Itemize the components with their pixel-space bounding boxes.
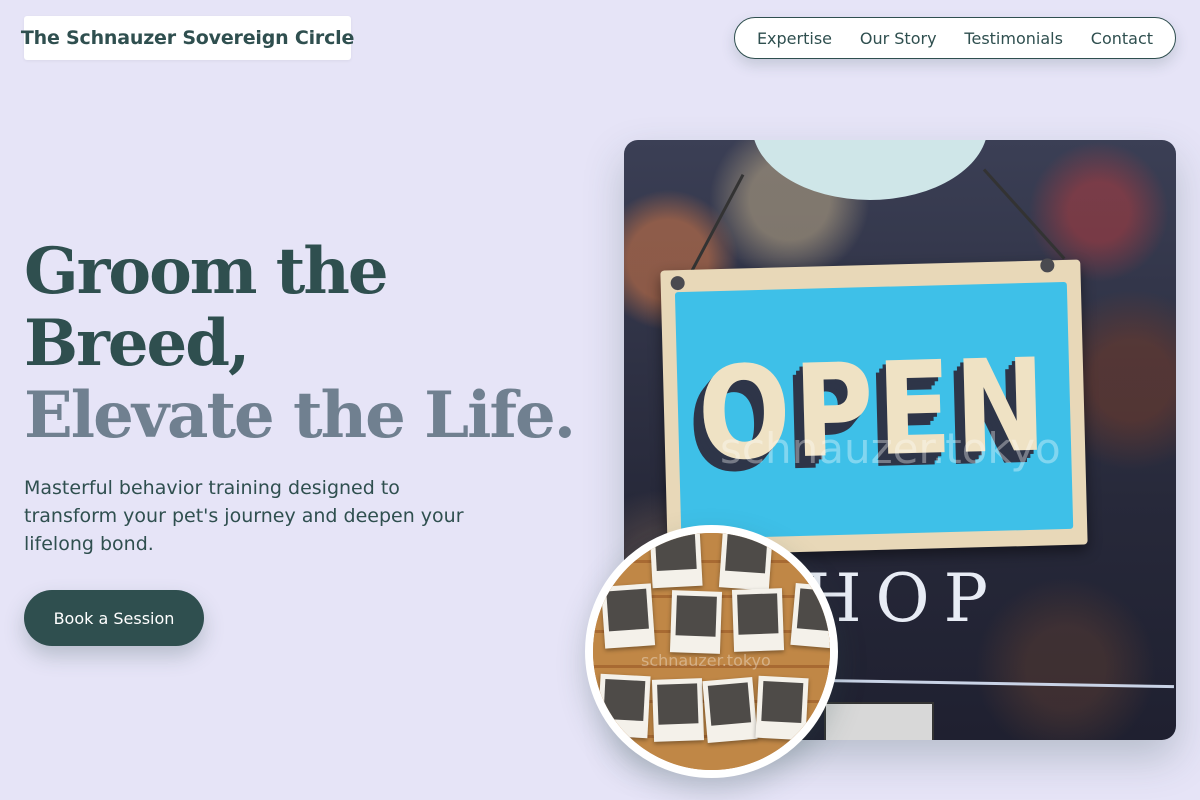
nav-link-contact[interactable]: Contact: [1091, 29, 1153, 48]
polaroid-photo: [600, 583, 656, 649]
open-sign: OPEN: [660, 258, 1088, 556]
main-nav: Expertise Our Story Testimonials Contact: [734, 17, 1176, 59]
nav-link-testimonials[interactable]: Testimonials: [964, 29, 1063, 48]
headline-accent: Elevate the Life.: [24, 378, 576, 453]
polaroid-photo: [597, 673, 651, 739]
polaroid-photo: [731, 588, 785, 652]
nav-link-expertise[interactable]: Expertise: [757, 29, 832, 48]
sign-hole-right: [1040, 258, 1055, 273]
polaroid-photo: [651, 678, 705, 742]
polaroid-photo: [649, 533, 703, 589]
brand-logo[interactable]: The Schnauzer Sovereign Circle: [21, 16, 354, 60]
headline-line-1: Groom the: [24, 234, 389, 309]
inset-photo-dog-polaroids: schnauzer.tokyo: [585, 525, 838, 778]
hero-subtitle: Masterful behavior training designed to …: [24, 477, 464, 555]
sign-hole-left: [670, 275, 685, 291]
nav-link-our-story[interactable]: Our Story: [860, 29, 937, 48]
polaroid-photo: [669, 590, 723, 654]
sign-panel: OPEN: [674, 281, 1074, 540]
book-session-button[interactable]: Book a Session: [24, 590, 204, 646]
inset-watermark: schnauzer.tokyo: [641, 651, 771, 670]
hero-headline: Groom the Breed, Elevate the Life.: [24, 236, 584, 452]
polaroid-photo: [702, 676, 758, 744]
photo-watermark: schnauzer.tokyo: [720, 424, 1061, 473]
polaroid-photo: [718, 533, 774, 591]
headline-line-2: Breed,: [24, 306, 250, 381]
polaroid-photo: [755, 675, 809, 741]
window-card: [824, 702, 934, 740]
